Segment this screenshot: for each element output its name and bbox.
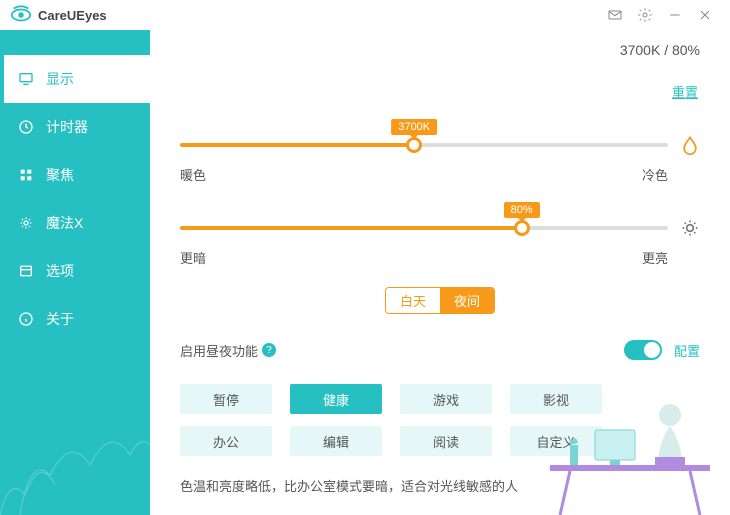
- brightness-slider-block: 80% 更暗 更亮: [180, 218, 700, 267]
- sidebar-item-label: 魔法X: [46, 213, 83, 233]
- reset-link[interactable]: 重置: [672, 82, 698, 101]
- sidebar-item-timer[interactable]: 计时器: [0, 103, 150, 151]
- mode-health[interactable]: 健康: [290, 384, 382, 414]
- sidebar-item-display[interactable]: 显示: [0, 55, 150, 103]
- brightness-slider-thumb[interactable]: [514, 220, 530, 236]
- app-name: CareUEyes: [38, 8, 107, 23]
- sidebar-item-label: 显示: [46, 69, 74, 89]
- temperature-badge: 3700K: [391, 119, 437, 135]
- mail-button[interactable]: [600, 0, 630, 30]
- sidebar-item-magicx[interactable]: 魔法X: [0, 199, 150, 247]
- settings-button[interactable]: [630, 0, 660, 30]
- temperature-slider[interactable]: 3700K: [180, 143, 668, 147]
- mode-read[interactable]: 阅读: [400, 426, 492, 456]
- temp-label-warm: 暖色: [180, 165, 206, 184]
- minimize-button[interactable]: [660, 0, 690, 30]
- day-button[interactable]: 白天: [386, 288, 440, 313]
- sidebar-item-label: 计时器: [46, 117, 88, 137]
- mode-office[interactable]: 办公: [180, 426, 272, 456]
- enable-daynight-label: 启用昼夜功能: [180, 341, 258, 360]
- sidebar-item-label: 关于: [46, 309, 74, 329]
- brightness-slider[interactable]: 80%: [180, 226, 668, 230]
- mode-description: 色温和亮度略低，比办公室模式要暗，适合对光线敏感的人: [180, 476, 700, 495]
- help-icon[interactable]: ?: [262, 343, 276, 357]
- grid-icon: [18, 167, 34, 183]
- drop-icon: [680, 135, 700, 155]
- main-panel: 3700K / 80% 重置 3700K 暖色 冷色: [150, 30, 730, 515]
- close-button[interactable]: [690, 0, 720, 30]
- app-logo: CareUEyes: [10, 4, 107, 26]
- mode-custom[interactable]: 自定义: [510, 426, 602, 456]
- sparkle-icon: [18, 215, 34, 231]
- sidebar-decoration: [0, 335, 150, 515]
- status-text: 3700K / 80%: [620, 42, 700, 58]
- night-button[interactable]: 夜间: [440, 288, 494, 313]
- brightness-label-bright: 更亮: [642, 248, 668, 267]
- monitor-icon: [18, 71, 34, 87]
- brightness-label-dark: 更暗: [180, 248, 206, 267]
- mode-pause[interactable]: 暂停: [180, 384, 272, 414]
- mode-grid: 暂停 健康 游戏 影视 办公 编辑 阅读 自定义: [180, 384, 700, 456]
- options-icon: [18, 263, 34, 279]
- eye-logo-icon: [10, 4, 32, 26]
- titlebar: CareUEyes: [0, 0, 730, 30]
- temperature-slider-thumb[interactable]: [406, 137, 422, 153]
- mode-game[interactable]: 游戏: [400, 384, 492, 414]
- sidebar-item-label: 选项: [46, 261, 74, 281]
- brightness-badge: 80%: [504, 202, 540, 218]
- mode-movie[interactable]: 影视: [510, 384, 602, 414]
- sun-icon: [680, 218, 700, 238]
- sidebar-item-label: 聚焦: [46, 165, 74, 185]
- sidebar-item-options[interactable]: 选项: [0, 247, 150, 295]
- sidebar: 显示 计时器 聚焦 魔法X 选项 关于: [0, 30, 150, 515]
- enable-daynight-toggle[interactable]: [624, 340, 662, 360]
- mode-edit[interactable]: 编辑: [290, 426, 382, 456]
- temp-label-cold: 冷色: [642, 165, 668, 184]
- daynight-group: 白天 夜间: [180, 287, 700, 314]
- sidebar-item-focus[interactable]: 聚焦: [0, 151, 150, 199]
- clock-icon: [18, 119, 34, 135]
- info-icon: [18, 311, 34, 327]
- config-link[interactable]: 配置: [674, 341, 700, 360]
- temperature-slider-block: 3700K 暖色 冷色: [180, 135, 700, 184]
